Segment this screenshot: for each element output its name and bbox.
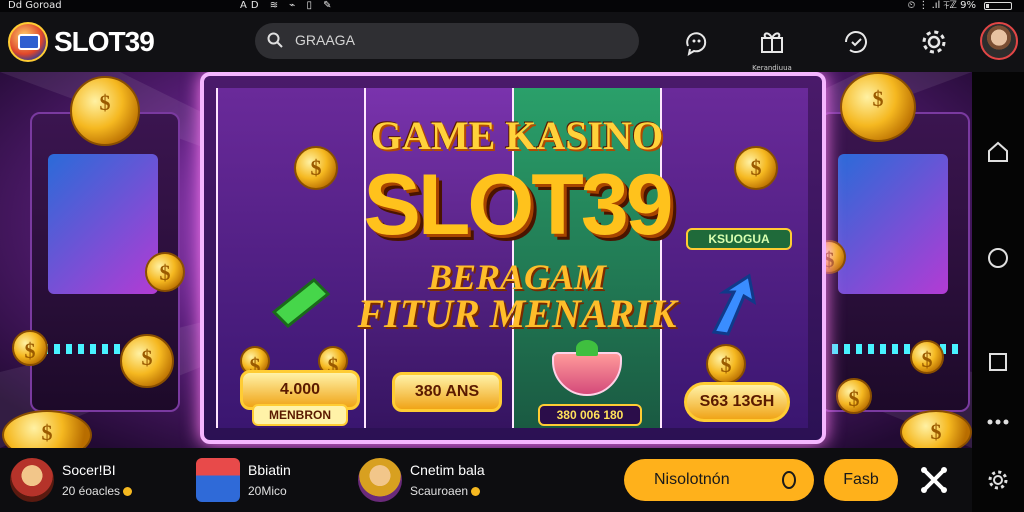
bottom-item-2-subtitle: 20Mico bbox=[248, 484, 287, 498]
search-input[interactable]: GRAAGA bbox=[295, 32, 355, 48]
user-avatar[interactable] bbox=[980, 22, 1018, 60]
status-bar: Dd Goroad AD ≋ ⌁ ▯ ✎ ⏲ ⋮ .ıl ⏇ℤ 9% bbox=[0, 0, 1024, 12]
gift-button[interactable]: Kerandiuua bbox=[752, 26, 792, 72]
prize-4: S63 13GH bbox=[684, 382, 790, 422]
app-bar: SLOT39 GRAAGA Kerandiuua bbox=[0, 12, 1024, 72]
battery-icon bbox=[984, 2, 1012, 10]
prize-1-label: MENBRON bbox=[252, 404, 348, 426]
primary-button[interactable]: Nisolotnón bbox=[624, 459, 814, 501]
bottom-bar: Socer!BI 20 éoacles Bbiatin 20Mico Cneti… bbox=[0, 448, 972, 512]
close-x-icon[interactable] bbox=[918, 464, 950, 496]
search-icon bbox=[267, 32, 283, 48]
badge-right: KSUOGUA bbox=[686, 228, 792, 250]
banner-title-top: GAME KASINO bbox=[370, 113, 664, 158]
zero-icon bbox=[782, 471, 796, 489]
arrow-icon bbox=[711, 273, 757, 336]
gear-icon bbox=[922, 30, 946, 54]
bottom-item-2-title: Bbiatin bbox=[248, 462, 291, 478]
app-logo[interactable]: SLOT39 bbox=[8, 22, 188, 62]
warrior-avatar-icon bbox=[10, 458, 54, 502]
rotate-shield-icon bbox=[845, 31, 867, 53]
prize-3: 380 006 180 bbox=[538, 404, 642, 426]
system-nav-rail bbox=[972, 72, 1024, 512]
status-left-text: Dd Goroad bbox=[8, 0, 62, 11]
coin-icon bbox=[836, 378, 872, 414]
refresh-chat-button[interactable] bbox=[680, 26, 712, 58]
logo-text: SLOT39 bbox=[54, 26, 155, 57]
square-recents-icon[interactable] bbox=[986, 350, 1010, 374]
more-vert-icon[interactable] bbox=[986, 410, 1010, 434]
bottom-item-3-title: Cnetim bala bbox=[410, 462, 485, 478]
settings-button[interactable] bbox=[918, 26, 950, 58]
status-right-text: ⏲ ⋮ .ıl ⏇ℤ 9% bbox=[907, 0, 976, 11]
coin-icon bbox=[145, 252, 185, 292]
bottom-item-3-subtitle: Scauroaen bbox=[410, 484, 481, 498]
gift-icon bbox=[761, 32, 783, 53]
bottom-item-1[interactable]: Socer!BI 20 éoacles bbox=[10, 458, 180, 502]
bottom-item-1-title: Socer!BI bbox=[62, 462, 116, 478]
search-bar[interactable]: GRAAGA bbox=[255, 23, 639, 59]
coin-icon bbox=[900, 410, 972, 448]
primary-button-label: Nisolotnón bbox=[654, 471, 730, 488]
screen: Dd Goroad AD ≋ ⌁ ▯ ✎ ⏲ ⋮ .ıl ⏇ℤ 9% SLOT3… bbox=[0, 0, 1024, 512]
coin-icon bbox=[70, 76, 140, 146]
secondary-button[interactable]: Fasb bbox=[824, 459, 898, 501]
coin-icon bbox=[910, 340, 944, 374]
character-avatar-icon bbox=[358, 458, 402, 502]
rotate-shield-button[interactable] bbox=[840, 26, 872, 58]
gift-label: Kerandiuua bbox=[752, 64, 792, 72]
bottom-item-1-subtitle: 20 éoacles bbox=[62, 484, 133, 498]
promo-banner[interactable]: GAME KASINO SLOT39 BERAGAM FITUR MENARIK… bbox=[0, 72, 972, 448]
bottom-item-3[interactable]: Cnetim bala Scauroaen bbox=[358, 458, 558, 502]
coin-icon bbox=[706, 344, 746, 384]
shop-icon bbox=[196, 458, 240, 502]
coin-icon bbox=[840, 72, 916, 142]
circle-home-icon[interactable] bbox=[986, 246, 1010, 270]
refresh-chat-icon bbox=[686, 32, 707, 57]
settings-gear-icon[interactable] bbox=[986, 468, 1010, 492]
coin-icon bbox=[12, 330, 48, 366]
slot-machine-frame: GAME KASINO SLOT39 BERAGAM FITUR MENARIK… bbox=[200, 72, 826, 444]
prize-2: 380 ANS bbox=[392, 372, 502, 412]
bottom-item-2[interactable]: Bbiatin 20Mico bbox=[196, 458, 346, 502]
home-icon[interactable] bbox=[986, 140, 1010, 164]
logo-badge-icon bbox=[8, 22, 48, 62]
coin-icon bbox=[120, 334, 174, 388]
status-icons: AD ≋ ⌁ ▯ ✎ bbox=[240, 0, 336, 11]
cash-icon bbox=[271, 277, 331, 329]
